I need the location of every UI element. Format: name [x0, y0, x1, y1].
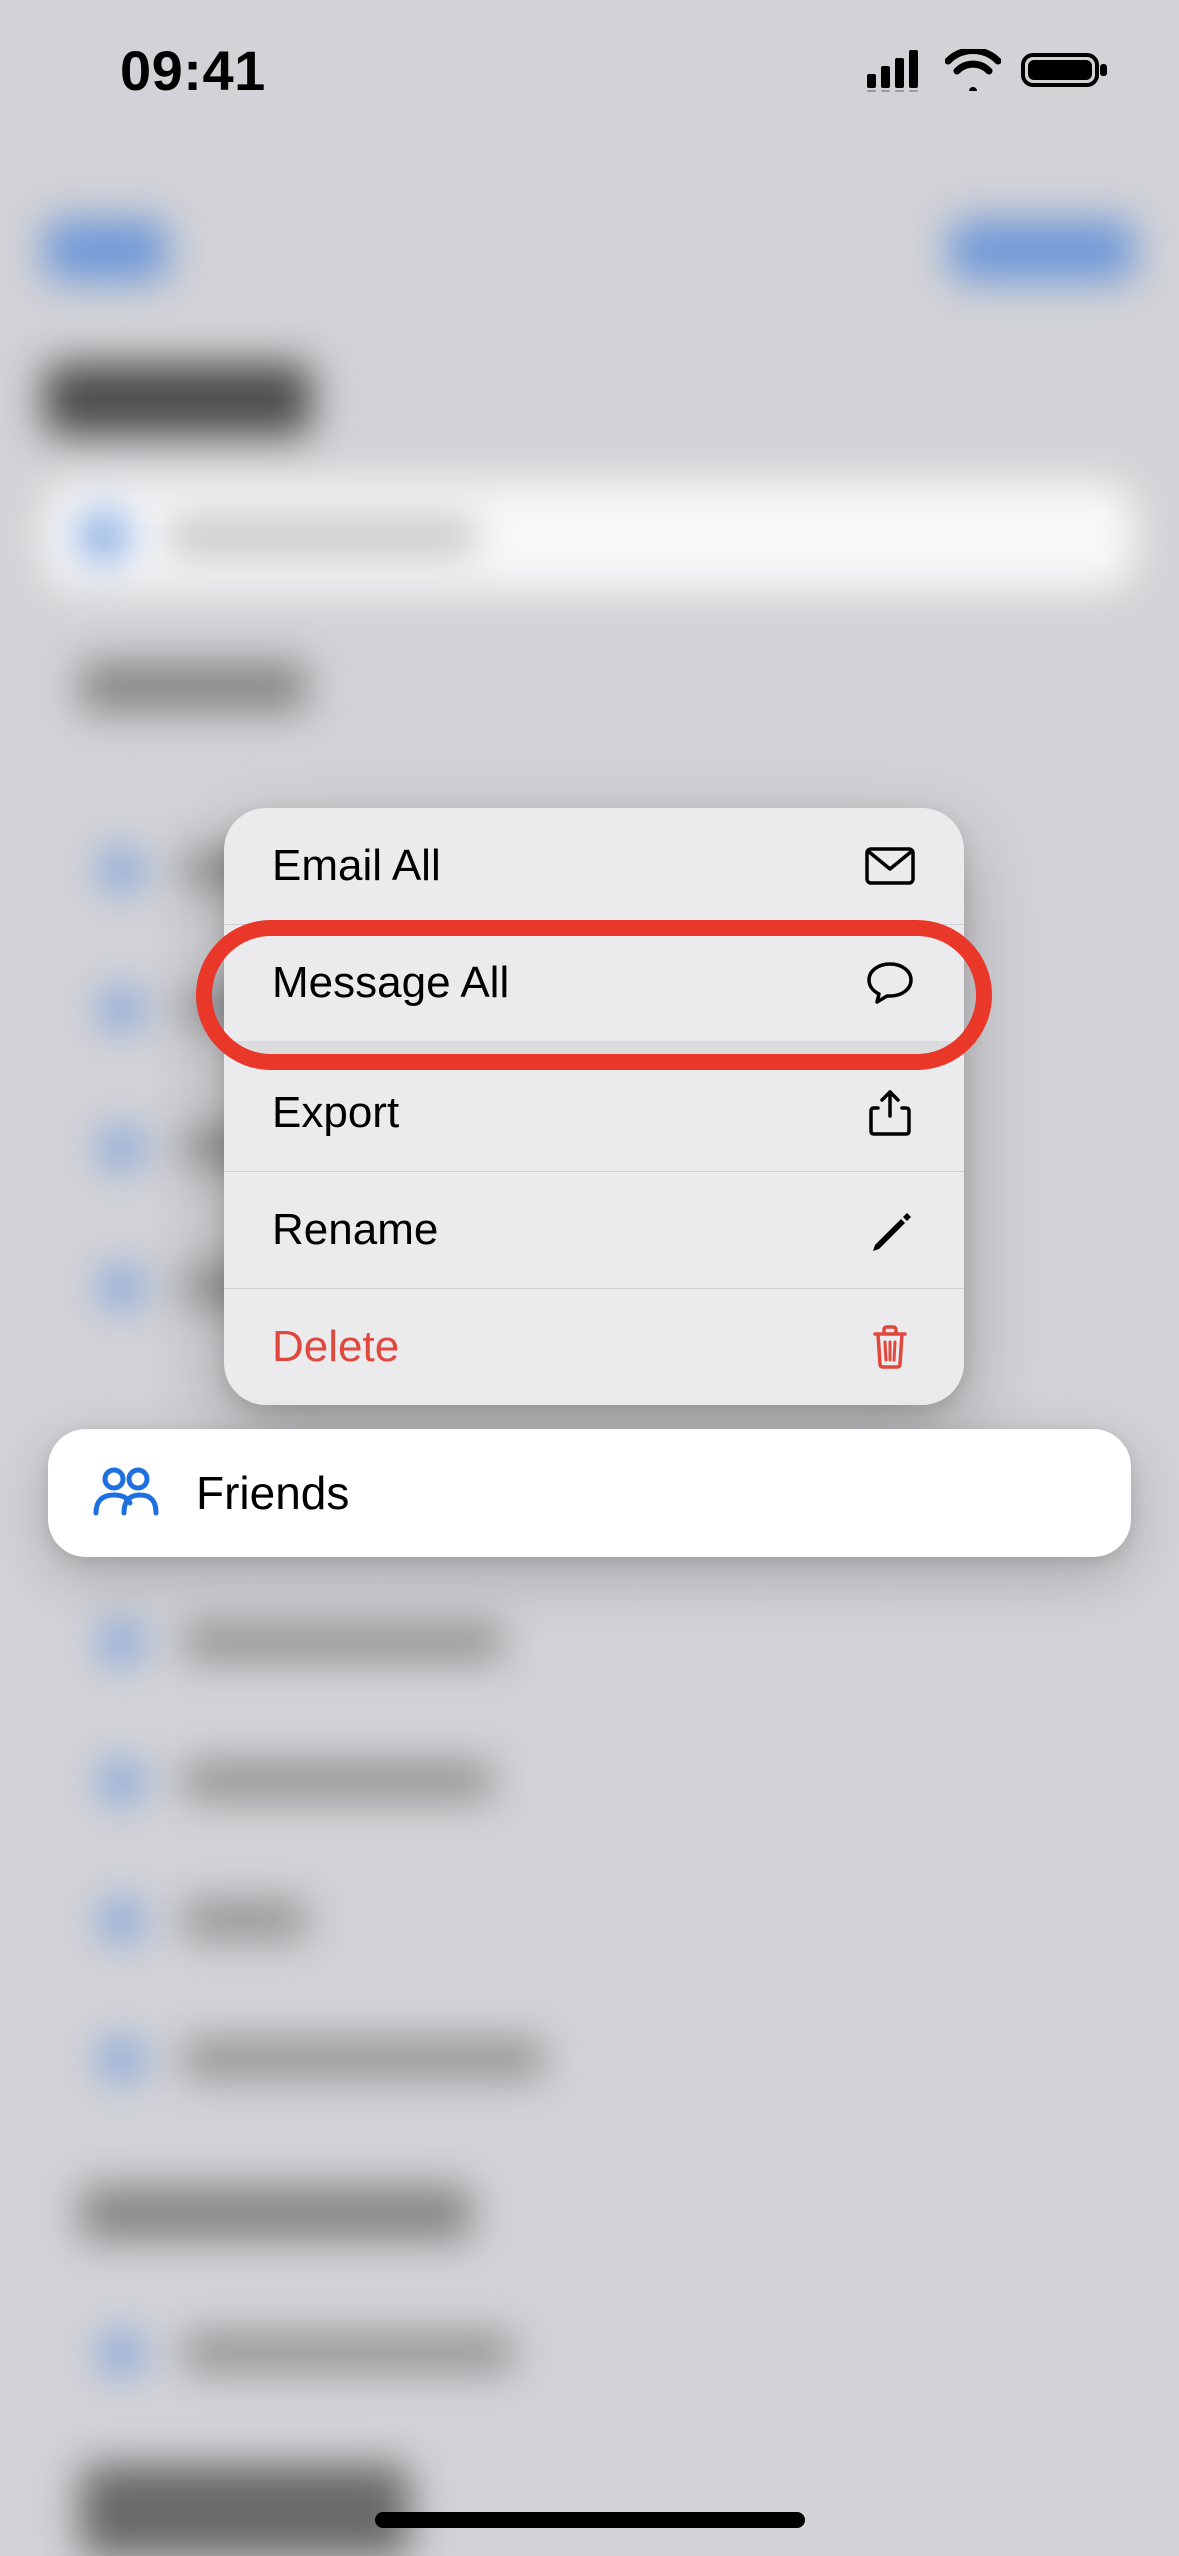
- status-icons: [865, 48, 1109, 92]
- menu-item-label: Export: [272, 1088, 864, 1138]
- menu-item-message-all[interactable]: Message All: [224, 925, 964, 1041]
- envelope-icon: [864, 840, 916, 892]
- wifi-icon: [945, 49, 1001, 91]
- menu-item-label: Email All: [272, 841, 864, 891]
- cellular-signal-icon: [865, 48, 925, 92]
- menu-item-delete[interactable]: Delete: [224, 1289, 964, 1405]
- menu-item-email-all[interactable]: Email All: [224, 808, 964, 924]
- menu-item-label: Message All: [272, 958, 864, 1008]
- source-list-label: Friends: [196, 1466, 349, 1520]
- status-bar: 09:41: [0, 0, 1179, 140]
- speech-bubble-icon: [864, 957, 916, 1009]
- share-icon: [864, 1087, 916, 1139]
- menu-item-label: Delete: [272, 1322, 864, 1372]
- battery-icon: [1021, 49, 1109, 91]
- trash-icon: [864, 1321, 916, 1373]
- status-time: 09:41: [120, 38, 266, 103]
- menu-item-label: Rename: [272, 1205, 864, 1255]
- menu-item-rename[interactable]: Rename: [224, 1172, 964, 1288]
- home-indicator: [375, 2512, 805, 2528]
- people-icon: [92, 1465, 160, 1522]
- context-menu: Email All Message All: [224, 808, 964, 1405]
- menu-item-export[interactable]: Export: [224, 1055, 964, 1171]
- source-list-card[interactable]: Friends: [48, 1429, 1131, 1557]
- pencil-icon: [864, 1204, 916, 1256]
